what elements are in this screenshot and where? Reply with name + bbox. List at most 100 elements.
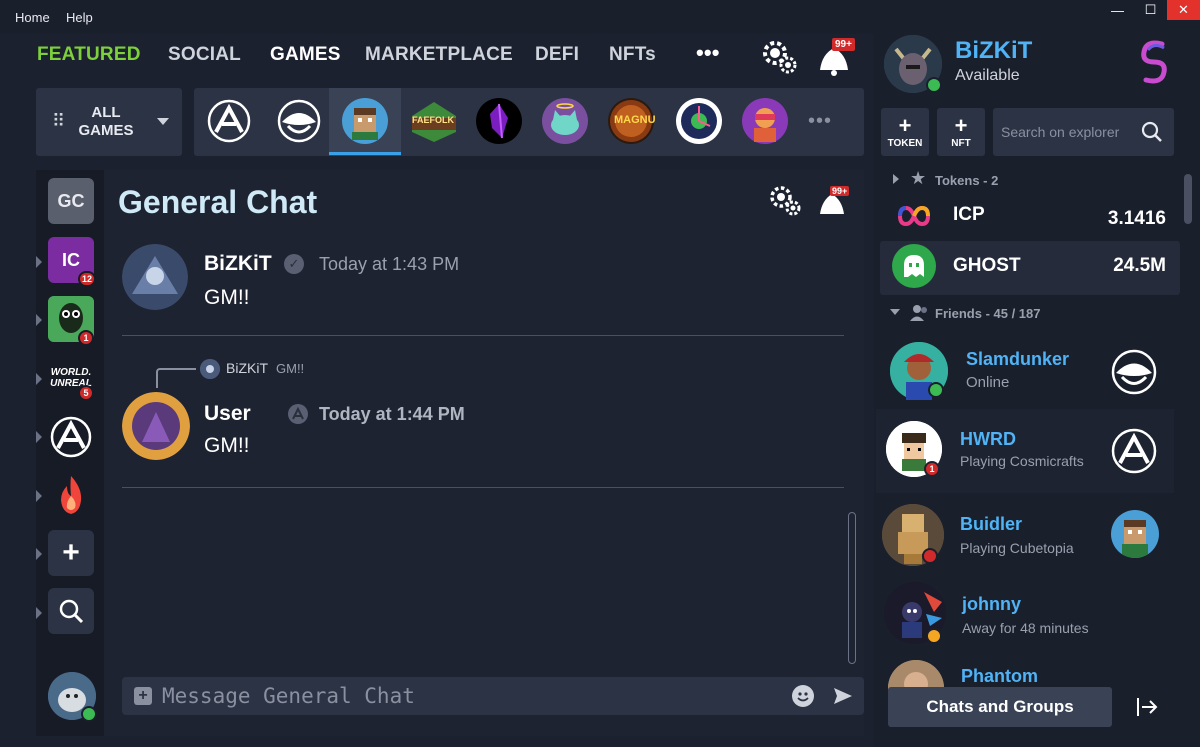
message-author[interactable]: BiZKiT [204, 252, 272, 276]
selected-game-indicator [329, 152, 401, 155]
chat-scrollbar[interactable] [848, 512, 856, 664]
add-token-button[interactable]: + TOKEN [881, 108, 929, 156]
nav-defi[interactable]: DEFI [535, 44, 579, 66]
server-expand-arrow-icon[interactable] [36, 373, 42, 385]
friend-phantom[interactable]: Phantom [878, 656, 1178, 690]
menu-home[interactable]: Home [15, 10, 50, 25]
attach-plus-icon[interactable]: + [134, 687, 152, 705]
game-helmet-icon[interactable] [276, 98, 322, 144]
nav-more-button[interactable]: ••• [696, 40, 720, 66]
cubetopia-game-icon [1111, 510, 1159, 558]
friend-avatar [888, 660, 944, 690]
message-text: GM!! [204, 286, 250, 309]
nav-marketplace[interactable]: MARKETPLACE [365, 44, 513, 66]
server-expand-arrow-icon[interactable] [36, 548, 42, 560]
user-avatar[interactable] [48, 672, 97, 722]
send-icon[interactable] [832, 685, 854, 707]
games-bar: ⠿ ALL GAMES FAEFOLK MAGNU ••• [36, 88, 864, 156]
server-cosmicrafts[interactable] [48, 414, 94, 460]
icp-logo-icon [894, 201, 934, 231]
server-expand-arrow-icon[interactable] [36, 490, 42, 502]
online-status-icon [928, 382, 944, 398]
chats-and-groups-button[interactable]: Chats and Groups [888, 687, 1112, 727]
settings-gear-icon[interactable] [760, 38, 798, 76]
game-magnu-icon[interactable]: MAGNU [608, 98, 656, 144]
server-world-unreal[interactable]: WORLD. UNREAL 5 [48, 355, 94, 401]
friend-slamdunker[interactable]: Slamdunker Online [878, 336, 1178, 412]
chat-title: General Chat [118, 184, 318, 220]
search-icon[interactable] [1141, 121, 1163, 143]
friend-status: Playing Cubetopia [960, 540, 1074, 556]
game-character-icon[interactable] [742, 98, 788, 144]
games-strip: FAEFOLK MAGNU ••• [194, 88, 864, 156]
server-expand-arrow-icon[interactable] [36, 431, 42, 443]
server-list: GC IC 12 1 WORLD. UNREAL 5 + [36, 170, 104, 736]
profile-status[interactable]: Available [955, 67, 1020, 85]
tokens-collapse-arrow-icon[interactable] [893, 174, 899, 184]
token-name: GHOST [953, 255, 1021, 276]
server-creature[interactable]: 1 [48, 296, 94, 346]
explorer-search-input[interactable] [1001, 120, 1141, 144]
server-expand-arrow-icon[interactable] [36, 607, 42, 619]
nav-games[interactable]: GAMES [270, 44, 341, 66]
cosmicrafts-game-icon [1110, 427, 1158, 475]
server-expand-arrow-icon[interactable] [36, 314, 42, 326]
game-crystal-icon[interactable] [476, 98, 522, 144]
profile-avatar[interactable] [884, 35, 942, 93]
games-more-button[interactable]: ••• [808, 110, 832, 133]
profile-name[interactable]: BiZKiT [955, 37, 1032, 65]
friend-name: johnny [962, 594, 1021, 614]
notification-bell-icon[interactable]: 99+ [814, 36, 858, 76]
friends-collapse-arrow-icon[interactable] [890, 309, 900, 315]
reply-author[interactable]: BiZKiT [226, 360, 268, 376]
server-expand-arrow-icon[interactable] [36, 256, 42, 268]
explorer-search [993, 108, 1174, 156]
close-button[interactable]: ✕ [1167, 0, 1200, 20]
all-games-button[interactable]: ⠿ ALL GAMES [36, 88, 182, 156]
friend-hwrd[interactable]: 1 HWRD Playing Cosmicrafts [876, 409, 1174, 493]
game-cubetopia-icon[interactable] [342, 98, 388, 144]
message-text: GM!! [204, 434, 250, 457]
collapse-panel-icon[interactable] [1134, 694, 1160, 720]
chat-notification-bell-icon[interactable]: 99+ [816, 184, 856, 218]
token-row-icp[interactable]: ICP 3.1416 [880, 193, 1180, 239]
notification-badge: 99+ [832, 38, 855, 51]
message-avatar[interactable] [122, 392, 190, 460]
add-server-button[interactable]: + [48, 530, 94, 576]
reply-text: GM!! [276, 361, 305, 376]
server-flame[interactable] [48, 472, 94, 518]
friend-buidler[interactable]: Buidler Playing Cubetopia [878, 500, 1178, 576]
maximize-button[interactable]: ☐ [1134, 0, 1167, 20]
game-cat-icon[interactable] [542, 98, 588, 144]
friend-johnny[interactable]: johnny Away for 48 minutes [878, 578, 1178, 654]
nav-social[interactable]: SOCIAL [168, 44, 241, 66]
search-servers-button[interactable] [48, 588, 94, 634]
all-games-label: ALL GAMES [78, 104, 134, 139]
right-panel-scrollbar[interactable] [1184, 174, 1192, 224]
add-nft-button[interactable]: + NFT [937, 108, 985, 156]
menu-help[interactable]: Help [66, 10, 93, 25]
message-author[interactable]: User [204, 402, 251, 426]
search-icon [59, 599, 84, 624]
game-faefolk-icon[interactable]: FAEFOLK [408, 98, 460, 144]
server-ic[interactable]: IC 12 [48, 237, 97, 287]
message-timestamp: Today at 1:43 PM [319, 254, 460, 274]
server-ic-badge: 12 [78, 271, 97, 287]
game-clock-icon[interactable] [676, 98, 722, 144]
friend-name: Buidler [960, 514, 1023, 534]
tokens-header[interactable]: Tokens - 2 [935, 173, 998, 188]
emoji-icon[interactable] [792, 685, 814, 707]
nav-nfts[interactable]: NFTs [609, 44, 656, 66]
nav-featured[interactable]: FEATURED [37, 44, 141, 66]
game-cosmicrafts-icon[interactable] [206, 98, 252, 144]
token-row-ghost[interactable]: GHOST 24.5M [880, 241, 1180, 295]
app-logo-icon[interactable] [1134, 38, 1174, 86]
friends-header[interactable]: Friends - 45 / 187 [935, 306, 1041, 321]
helmet-game-icon [1110, 348, 1158, 396]
chat-settings-gear-icon[interactable] [768, 184, 802, 218]
server-gc[interactable]: GC [48, 178, 94, 224]
message-input[interactable] [162, 681, 782, 711]
chat-messages: BiZKiT ✓ Today at 1:43 PM GM!! BiZKiT GM… [104, 234, 864, 736]
minimize-button[interactable]: — [1101, 0, 1134, 20]
message-avatar[interactable] [122, 244, 188, 310]
